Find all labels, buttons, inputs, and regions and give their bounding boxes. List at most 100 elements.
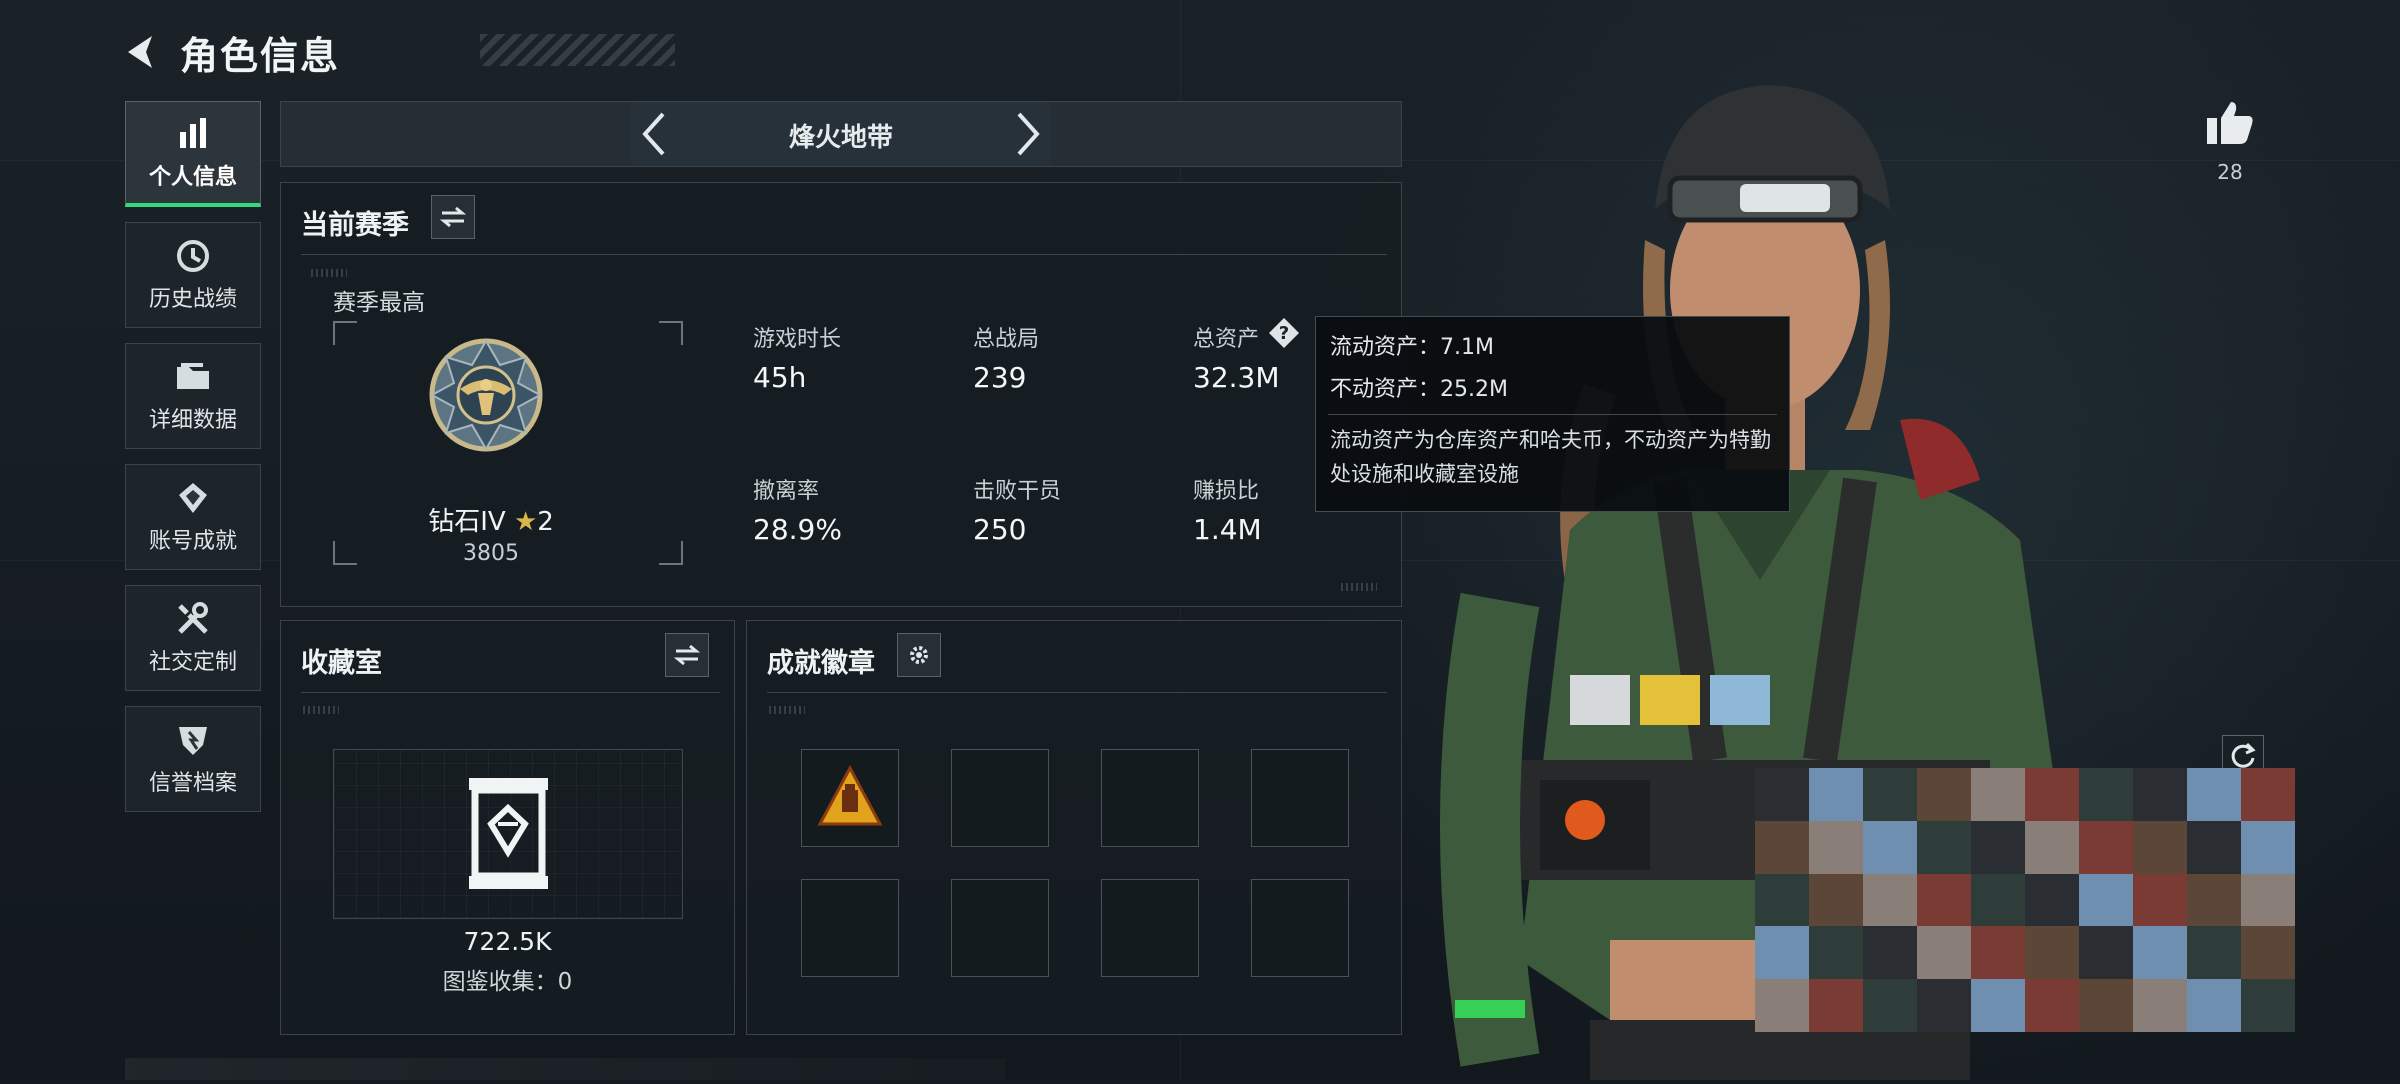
mosaic-cell: [1809, 873, 1863, 927]
mosaic-cell: [2187, 873, 2241, 927]
frame-corner: [333, 321, 357, 345]
mosaic-cell: [2079, 873, 2133, 927]
deco-lines: [311, 269, 347, 277]
stat-label: 游戏时长: [753, 327, 842, 352]
stat-value: 1.4M: [1193, 513, 1262, 546]
mode-label-box: 烽火地带: [631, 102, 1051, 166]
stat-label: 总战局: [973, 327, 1040, 352]
mosaic-cell: [2187, 979, 2241, 1032]
mosaic-cell: [2025, 979, 2079, 1032]
mosaic-cell: [2241, 768, 2295, 821]
divider: [301, 692, 720, 693]
like-button[interactable]: [2205, 100, 2255, 150]
season-panel: 当前赛季 赛季最高 钻石IV ★2 3805 游戏时长 45h 总战局 239 …: [280, 182, 1402, 607]
sidebar: 个人信息 历史战绩 详细数据 账号成就 社交定制 信誉档案: [125, 101, 263, 827]
sidebar-item-details[interactable]: 详细数据: [125, 343, 261, 449]
back-arrow-icon[interactable]: [120, 30, 164, 74]
mosaic-cell: [2241, 820, 2295, 874]
mosaic-cell: [1917, 979, 1971, 1032]
mosaic-cell: [2187, 768, 2241, 821]
shield-icon: [173, 721, 213, 759]
gear-icon: [910, 646, 928, 664]
mosaic-cell: [1809, 768, 1863, 821]
deco-lines: [303, 706, 339, 714]
mosaic-cell: [2133, 979, 2187, 1032]
mosaic-cell: [1971, 768, 2025, 821]
mosaic-cell: [2133, 820, 2187, 874]
frame-corner: [659, 321, 683, 345]
triangle-badge-icon: [817, 764, 883, 826]
collection-panel: 收藏室 722.5K 图鉴收集：0: [280, 620, 735, 1035]
badge-slot-empty[interactable]: [951, 879, 1049, 977]
mosaic-cell: [1755, 873, 1809, 927]
collection-title: 收藏室: [301, 648, 382, 679]
mosaic-cell: [2025, 768, 2079, 821]
swap-icon: [674, 644, 700, 666]
mosaic-cell: [2241, 873, 2295, 927]
mosaic-cell: [2241, 979, 2295, 1032]
liquid-assets: 流动资产：7.1M: [1330, 335, 1494, 360]
help-icon[interactable]: ?: [1268, 317, 1300, 349]
sidebar-item-history[interactable]: 历史战绩: [125, 222, 261, 328]
thumbs-up-icon: [2207, 102, 2253, 144]
sidebar-item-achievements[interactable]: 账号成就: [125, 464, 261, 570]
stat-label: 击败干员: [973, 479, 1062, 504]
mosaic-cell: [2241, 926, 2295, 980]
stat-value: 45h: [753, 361, 807, 394]
sidebar-item-social[interactable]: 社交定制: [125, 585, 261, 691]
mosaic-cell: [1971, 820, 2025, 874]
mosaic-cell: [2079, 768, 2133, 821]
rotate-icon: [2231, 742, 2256, 768]
sidebar-item-reputation[interactable]: 信誉档案: [125, 706, 261, 812]
mosaic-cell: [2133, 873, 2187, 927]
frame-corner: [659, 541, 683, 565]
stat-label: 总资产: [1193, 327, 1260, 352]
rank-line: 钻石IV ★2: [381, 501, 601, 538]
mosaic-cell: [1755, 768, 1809, 821]
mosaic-cell: [1917, 820, 1971, 874]
rank-score: 3805: [463, 541, 519, 566]
badge-slot-empty[interactable]: [1251, 749, 1349, 847]
sidebar-item-label: 社交定制: [148, 650, 237, 675]
mosaic-cell: [1863, 820, 1917, 874]
mosaic-cell: [2079, 926, 2133, 980]
badges-panel: 成就徽章: [746, 620, 1402, 1035]
tools-icon: [173, 600, 213, 638]
asset-description: 流动资产为仓库资产和哈夫币，不动资产为特勤处设施和收藏室设施: [1330, 428, 1771, 486]
mosaic-cell: [1917, 768, 1971, 821]
mosaic-cell: [2025, 926, 2079, 980]
sidebar-item-label: 账号成就: [148, 529, 237, 554]
mosaic-cell: [2079, 820, 2133, 874]
badge-slot-empty[interactable]: [1101, 879, 1199, 977]
mosaic-cell: [1917, 873, 1971, 927]
divider: [1328, 414, 1777, 415]
rank-stars: 2: [537, 507, 554, 537]
mosaic-cell: [1809, 926, 1863, 980]
history-icon: [173, 237, 213, 275]
badge-slot-empty[interactable]: [1251, 879, 1349, 977]
stat-value: 28.9%: [753, 513, 842, 546]
swap-collection-button[interactable]: [665, 633, 709, 677]
like-count: 28: [2217, 160, 2243, 184]
season-highest-label: 赛季最高: [333, 290, 425, 316]
badge-slot-empty[interactable]: [801, 879, 899, 977]
badge-settings-button[interactable]: [897, 633, 941, 677]
mosaic-cell: [1971, 873, 2025, 927]
chevron-right-icon[interactable]: [1003, 110, 1051, 158]
frame-corner: [333, 541, 357, 565]
bar-chart-icon: [173, 115, 213, 153]
mosaic-cell: [1863, 926, 1917, 980]
badge-slot-empty[interactable]: [1101, 749, 1199, 847]
bottom-bar: [125, 1058, 1005, 1080]
sidebar-item-personal-info[interactable]: 个人信息: [125, 101, 261, 207]
mosaic-cell: [2025, 820, 2079, 874]
badge-slot-empty[interactable]: [951, 749, 1049, 847]
deco-lines: [769, 706, 805, 714]
swap-season-button[interactable]: [431, 195, 475, 239]
mosaic-cell: [1809, 820, 1863, 874]
chevron-left-icon[interactable]: [631, 110, 679, 158]
mosaic-cell: [1971, 926, 2025, 980]
badge-slot-filled[interactable]: [801, 749, 899, 847]
sidebar-item-label: 个人信息: [148, 164, 237, 190]
sidebar-item-label: 详细数据: [148, 408, 237, 433]
